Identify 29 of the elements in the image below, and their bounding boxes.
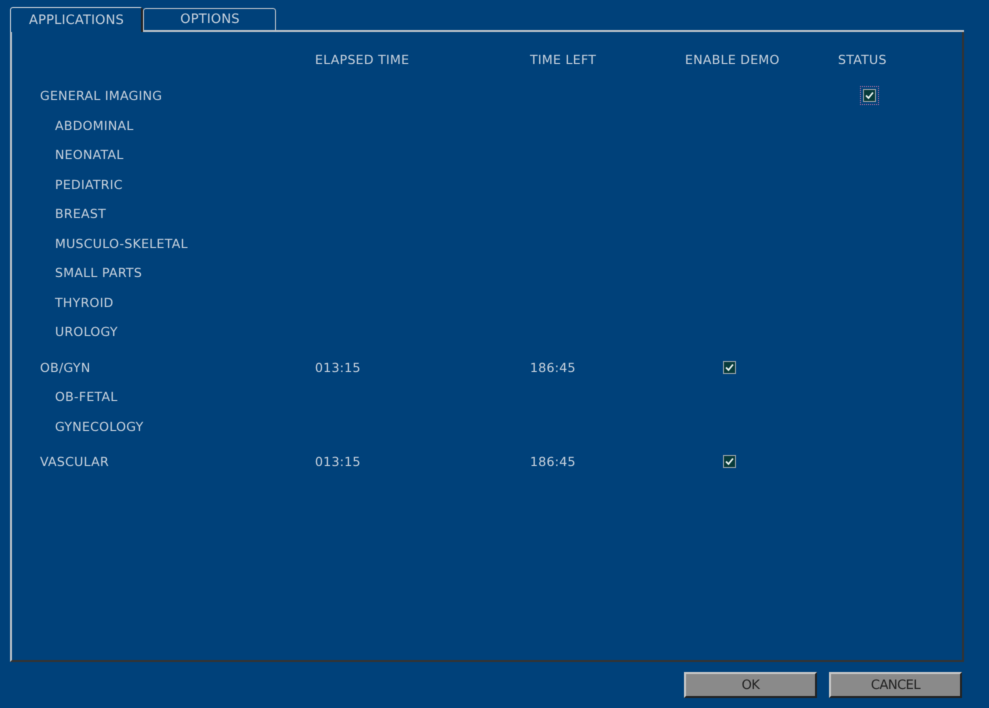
column-header: ELAPSED TIME — [315, 52, 410, 69]
ok-button[interactable]: OK — [684, 672, 817, 698]
application-name: PEDIATRIC — [54, 176, 124, 192]
tab[interactable]: OPTIONS — [143, 8, 276, 30]
checkbox[interactable] — [860, 86, 879, 106]
application-name: OB-FETAL — [54, 389, 119, 404]
application-name: VASCULAR — [40, 454, 110, 470]
time-left: 186:45 — [530, 360, 577, 375]
application-name: THYROID — [54, 294, 115, 310]
elapsed-time: 013:15 — [315, 360, 362, 375]
tab[interactable]: APPLICATIONS — [10, 7, 143, 32]
cancel-button[interactable]: CANCEL — [829, 672, 962, 698]
application-name: SMALL PARTS — [54, 265, 144, 280]
application-name: MUSCULO-SKELETAL — [54, 236, 189, 251]
application-name: OB/GYN — [40, 360, 92, 375]
check-icon — [865, 91, 874, 100]
application-name: BREAST — [54, 206, 108, 222]
application-name: GENERAL IMAGING — [40, 88, 164, 104]
column-header: ENABLE DEMO — [685, 52, 781, 69]
check-icon — [725, 362, 734, 372]
application-name: UROLOGY — [54, 324, 119, 340]
time-left: 186:45 — [530, 454, 577, 470]
elapsed-time: 013:15 — [315, 454, 362, 470]
application-name: NEONATAL — [54, 147, 125, 162]
check-icon — [725, 457, 734, 466]
column-header: TIME LEFT — [530, 52, 598, 69]
column-header: STATUS — [838, 52, 888, 69]
application-name: ABDOMINAL — [54, 118, 135, 133]
application-name: GYNECOLOGY — [54, 418, 145, 434]
